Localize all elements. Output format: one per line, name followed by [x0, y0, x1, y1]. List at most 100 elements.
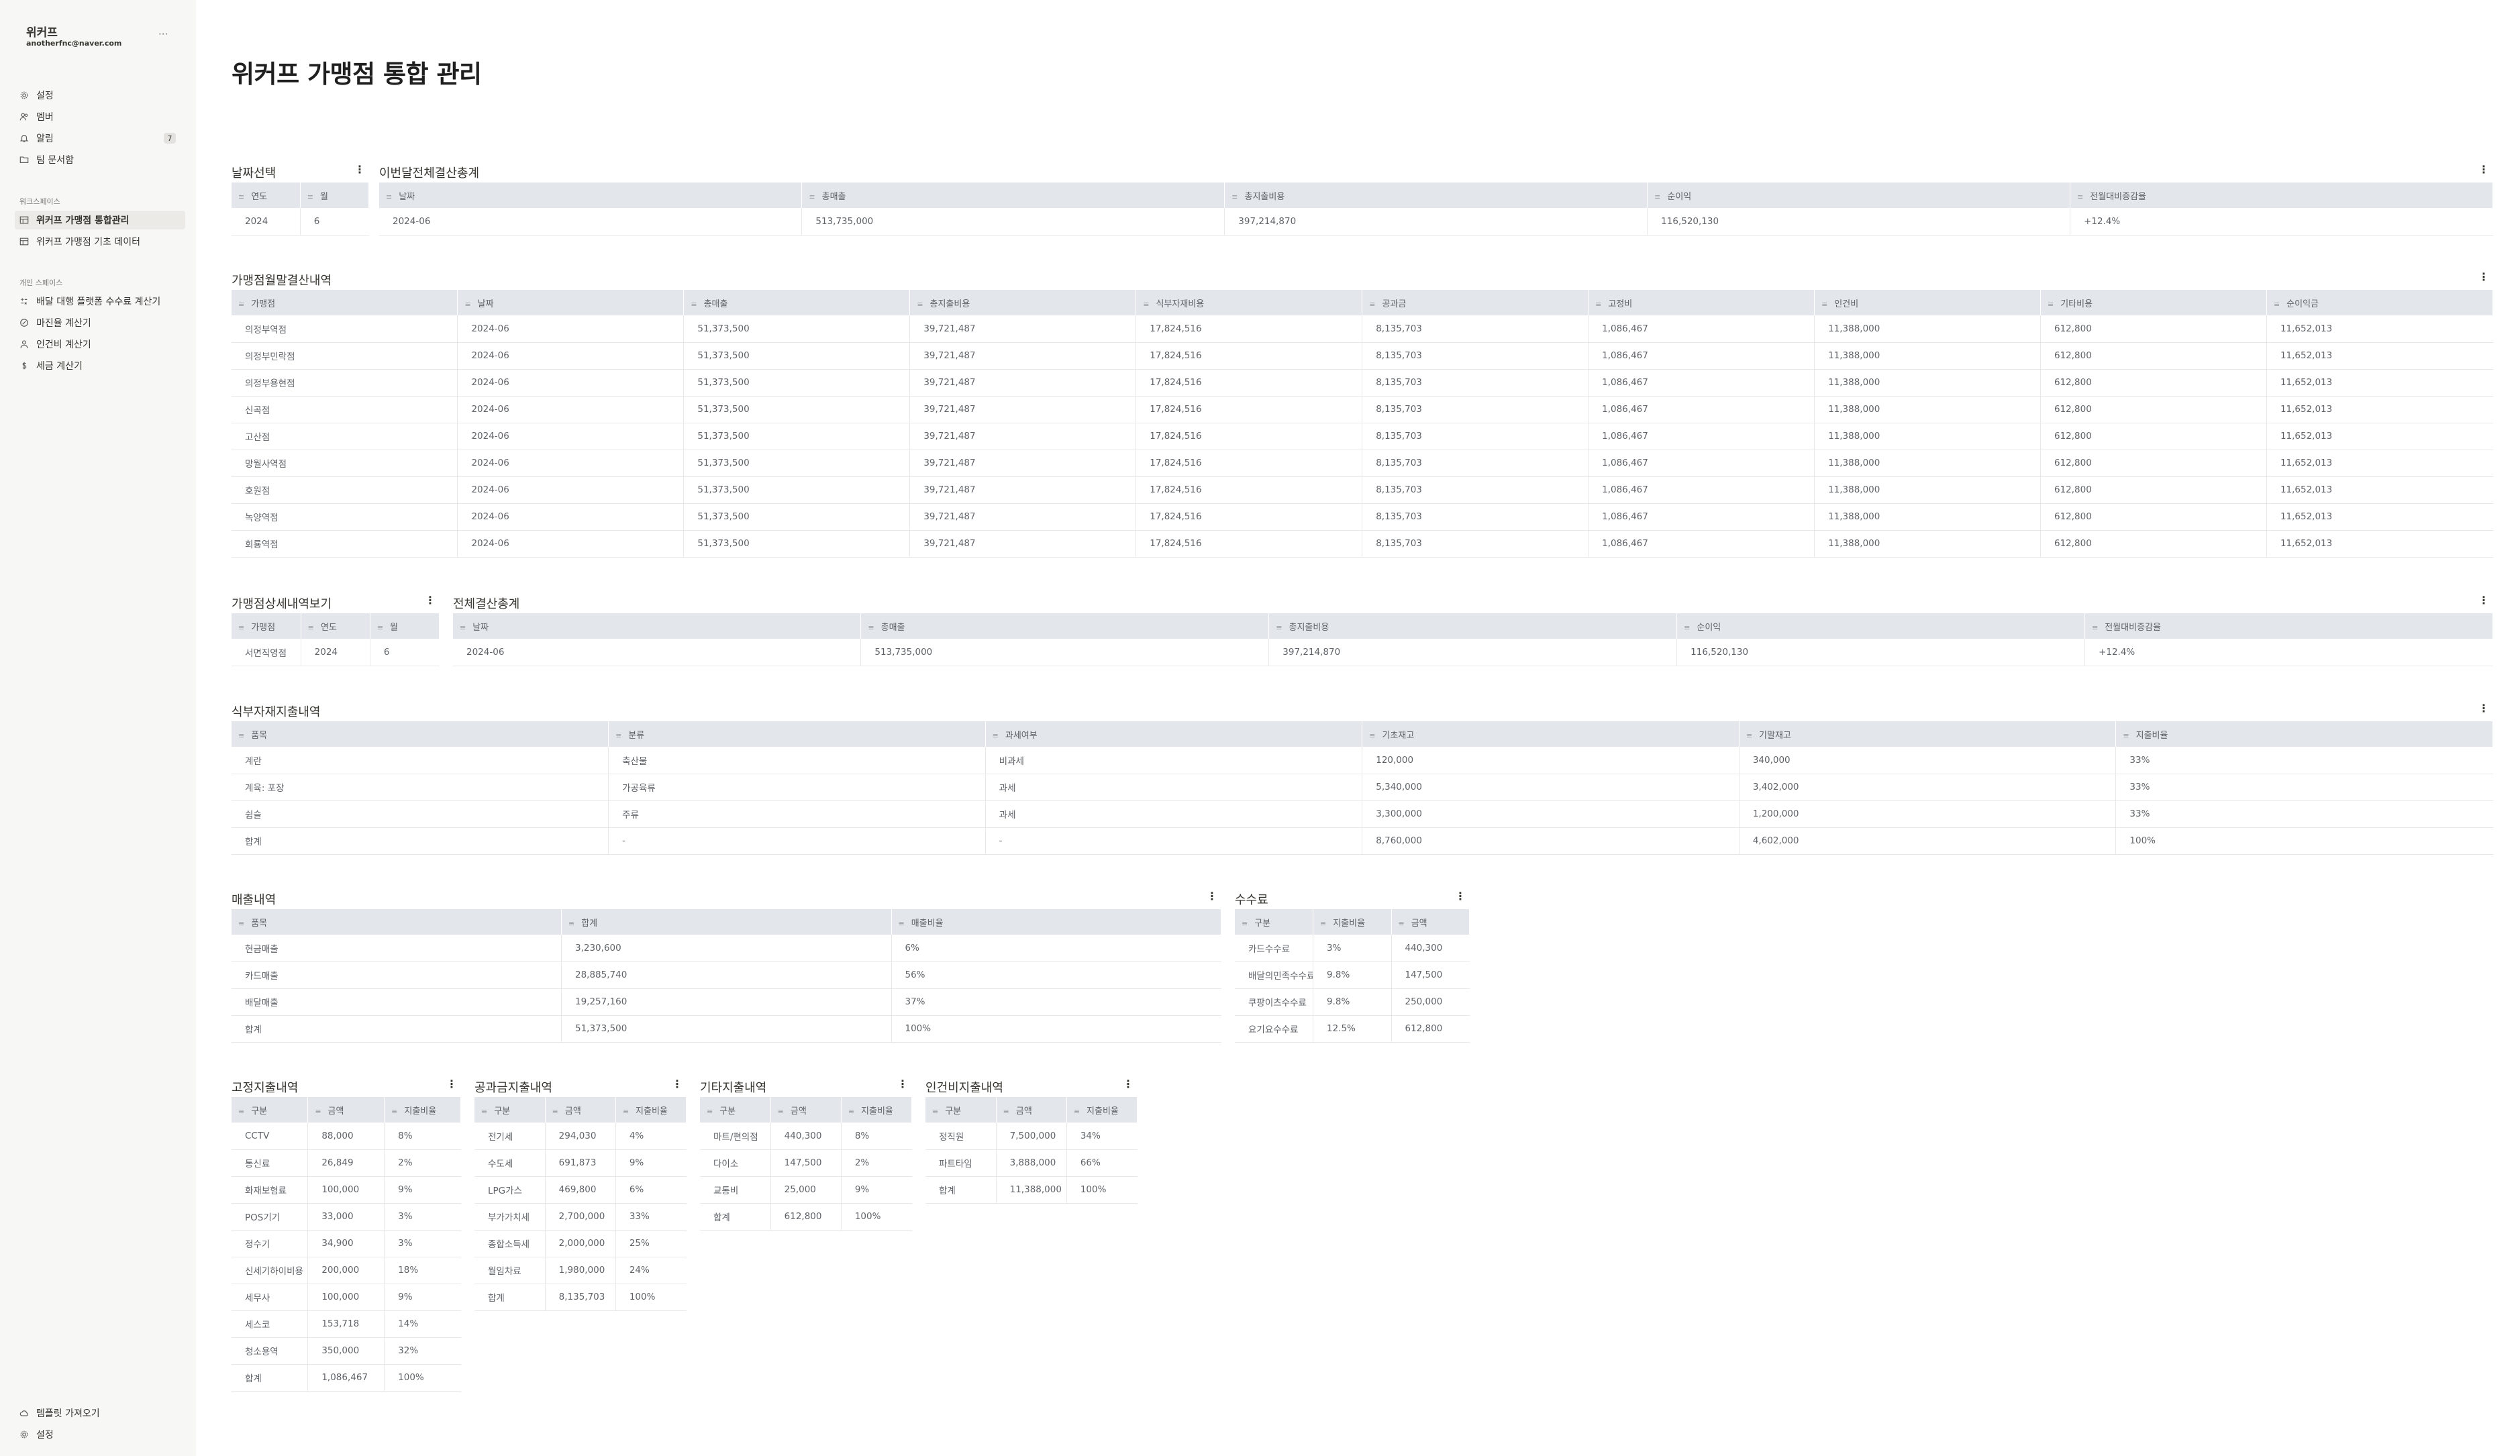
- table-cell[interactable]: 8%: [841, 1123, 912, 1150]
- column-header[interactable]: ≡ 품목: [232, 909, 562, 935]
- table-cell[interactable]: 691,873: [545, 1149, 616, 1177]
- column-header[interactable]: ≡ 금액: [307, 1097, 385, 1123]
- table-cell[interactable]: 6: [300, 208, 369, 236]
- table-cell[interactable]: 전기세: [474, 1123, 546, 1150]
- table-cell[interactable]: 합계: [232, 827, 609, 855]
- table-cell[interactable]: 11,388,000: [1814, 369, 2041, 397]
- table-cell[interactable]: 34%: [1066, 1123, 1138, 1150]
- table-row[interactable]: 다이소 147,500 2%: [700, 1149, 912, 1177]
- table-cell[interactable]: CCTV: [232, 1123, 309, 1150]
- table-row[interactable]: 망월사역점 2024-06 51,373,500 39,721,487 17,824,5…: [232, 450, 2493, 477]
- table-cell[interactable]: 합계: [232, 1364, 309, 1392]
- workspace-more-button[interactable]: ···: [158, 28, 168, 40]
- table-row[interactable]: CCTV 88,000 8%: [232, 1123, 461, 1150]
- table-cell[interactable]: 9%: [615, 1149, 687, 1177]
- sidebar-item-3-personal[interactable]: 세금 계산기: [19, 356, 183, 375]
- table-cell[interactable]: 5,340,000: [1362, 774, 1740, 801]
- table-cell[interactable]: 4%: [615, 1123, 687, 1150]
- table-cell[interactable]: 39,721,487: [909, 396, 1137, 423]
- table-cell[interactable]: 의정부역점: [232, 315, 458, 343]
- table-cell[interactable]: 88,000: [307, 1123, 385, 1150]
- table-cell[interactable]: 8,135,703: [1362, 342, 1589, 370]
- table-cell[interactable]: 2%: [384, 1149, 461, 1177]
- column-header[interactable]: ≡ 매출비율: [891, 909, 1221, 935]
- table-cell[interactable]: 8,760,000: [1362, 827, 1740, 855]
- table-cell[interactable]: 28,885,740: [561, 961, 892, 989]
- table-cell[interactable]: 회룡역점: [232, 530, 458, 558]
- table-cell[interactable]: 33%: [615, 1203, 687, 1231]
- column-header[interactable]: ≡ 구분: [1235, 909, 1313, 935]
- table-row[interactable]: 청소용역 350,000 32%: [232, 1337, 461, 1365]
- view-menu-icon[interactable]: ⋮: [1207, 890, 1217, 902]
- table-cell[interactable]: 11,388,000: [1814, 503, 2041, 531]
- table-cell[interactable]: 469,800: [545, 1176, 616, 1204]
- table-cell[interactable]: 11,388,000: [1814, 315, 2041, 343]
- table-cell[interactable]: 397,214,870: [1224, 208, 1648, 236]
- column-header[interactable]: ≡ 금액: [996, 1097, 1067, 1123]
- view-title[interactable]: 가맹점월말결산내역: [232, 271, 332, 289]
- column-header[interactable]: ≡ 과세여부: [985, 721, 1363, 747]
- column-header[interactable]: ≡ 금액: [1391, 909, 1470, 935]
- table-cell[interactable]: 100%: [841, 1203, 912, 1231]
- table-cell[interactable]: 신곡점: [232, 396, 458, 423]
- table-cell[interactable]: 2024: [301, 639, 370, 666]
- column-header[interactable]: ≡ 구분: [474, 1097, 546, 1123]
- table-cell[interactable]: 11,388,000: [996, 1176, 1067, 1204]
- column-header[interactable]: ≡ 지출비율: [2115, 721, 2493, 747]
- table-cell[interactable]: 14%: [384, 1310, 461, 1338]
- table-row[interactable]: 2024 6: [232, 208, 369, 236]
- column-header[interactable]: ≡ 금액: [770, 1097, 842, 1123]
- column-header[interactable]: ≡ 월: [300, 183, 370, 208]
- table-row[interactable]: 수도세 691,873 9%: [474, 1149, 687, 1177]
- view-menu-icon[interactable]: ⋮: [1123, 1078, 1133, 1090]
- table-cell[interactable]: 11,652,013: [2266, 423, 2493, 450]
- table-row[interactable]: 2024-06 513,735,000 397,214,870 116,520,130…: [453, 639, 2493, 666]
- table-cell[interactable]: 고산점: [232, 423, 458, 450]
- table-cell[interactable]: 100%: [384, 1364, 461, 1392]
- view-menu-icon[interactable]: ⋮: [425, 594, 436, 607]
- table-cell[interactable]: 612,800: [2040, 396, 2267, 423]
- table-cell[interactable]: 월임차료: [474, 1257, 546, 1284]
- workspace-name[interactable]: 위커프: [26, 23, 58, 40]
- table-cell[interactable]: 18%: [384, 1257, 461, 1284]
- table-cell[interactable]: 39,721,487: [909, 423, 1137, 450]
- table-cell[interactable]: 100%: [891, 1015, 1221, 1043]
- table-cell[interactable]: 17,824,516: [1136, 450, 1363, 477]
- view-title[interactable]: 이번달전체결산총계: [379, 164, 479, 181]
- column-header[interactable]: ≡ 구분: [700, 1097, 771, 1123]
- table-cell[interactable]: -: [985, 827, 1363, 855]
- table-cell[interactable]: 120,000: [1362, 747, 1740, 774]
- table-cell[interactable]: 배달의민족수수료: [1235, 961, 1313, 989]
- table-cell[interactable]: 9%: [384, 1176, 461, 1204]
- table-cell[interactable]: 신세기하이비용: [232, 1257, 309, 1284]
- table-cell[interactable]: 612,800: [2040, 503, 2267, 531]
- table-row[interactable]: 합계 8,135,703 100%: [474, 1284, 687, 1311]
- table-cell[interactable]: 1,086,467: [1588, 503, 1815, 531]
- table-cell[interactable]: 11,652,013: [2266, 396, 2493, 423]
- table-cell[interactable]: 1,200,000: [1739, 800, 2117, 828]
- table-cell[interactable]: 33%: [2115, 747, 2493, 774]
- table-cell[interactable]: 축산물: [608, 747, 986, 774]
- table-cell[interactable]: 12.5%: [1313, 1015, 1392, 1043]
- table-cell[interactable]: 9.8%: [1313, 988, 1392, 1016]
- table-row[interactable]: 고산점 2024-06 51,373,500 39,721,487 17,824,516…: [232, 423, 2493, 450]
- table-row[interactable]: 교통비 25,000 9%: [700, 1176, 912, 1204]
- table-cell[interactable]: 612,800: [770, 1203, 842, 1231]
- table-cell[interactable]: 녹양역점: [232, 503, 458, 531]
- table-row[interactable]: 카드수수료 3% 440,300: [1235, 935, 1470, 962]
- view-title[interactable]: 식부자재지출내역: [232, 703, 320, 720]
- table-cell[interactable]: 교통비: [700, 1176, 771, 1204]
- table-row[interactable]: 의정부역점 2024-06 51,373,500 39,721,487 17,824,5…: [232, 315, 2493, 343]
- sidebar-item-1-personal[interactable]: 마진율 계산기: [19, 313, 183, 332]
- table-cell[interactable]: 8,135,703: [1362, 315, 1589, 343]
- view-title[interactable]: 가맹점상세내역보기: [232, 594, 332, 612]
- table-cell[interactable]: 294,030: [545, 1123, 616, 1150]
- table-cell[interactable]: 서면직영점: [232, 639, 301, 666]
- view-menu-icon[interactable]: ⋮: [672, 1078, 683, 1090]
- table-cell[interactable]: 11,388,000: [1814, 476, 2041, 504]
- table-cell[interactable]: 11,652,013: [2266, 369, 2493, 397]
- table-cell[interactable]: 8,135,703: [545, 1284, 616, 1311]
- view-title[interactable]: 매출내역: [232, 890, 276, 908]
- table-cell[interactable]: 200,000: [307, 1257, 385, 1284]
- table-cell[interactable]: 2024-06: [457, 530, 685, 558]
